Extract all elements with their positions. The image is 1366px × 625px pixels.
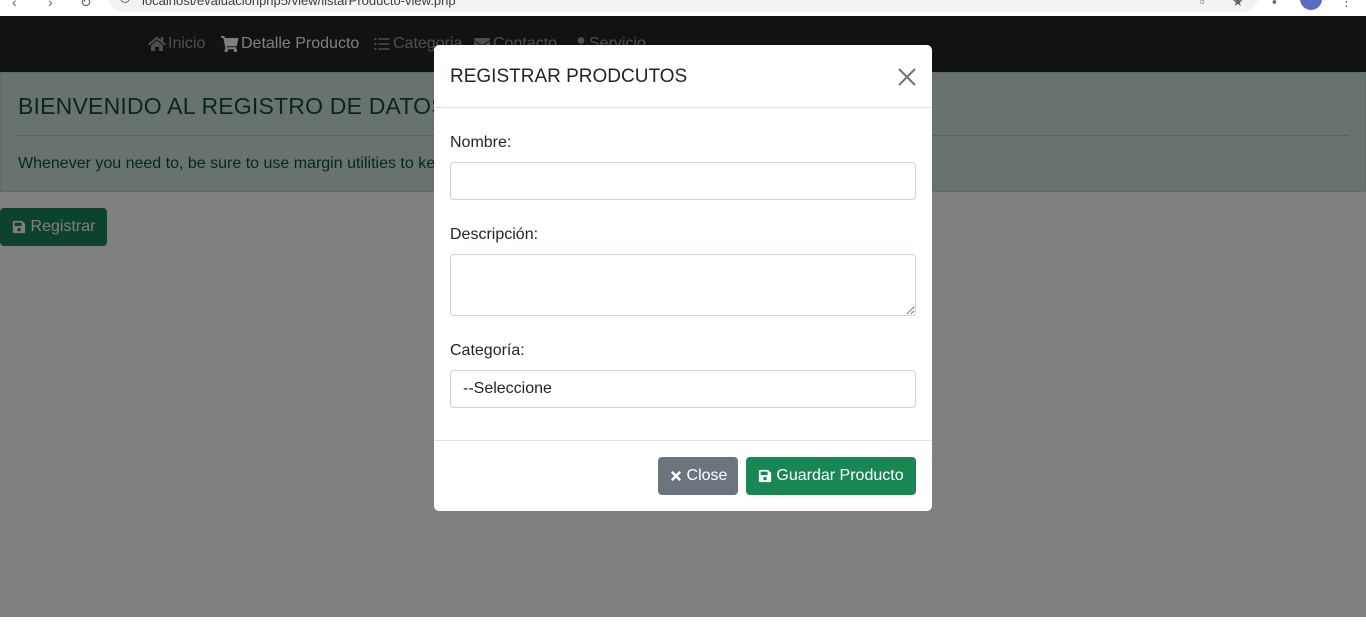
descripcion-label: Descripción: <box>450 226 539 243</box>
categoria-selected-value: --Seleccione <box>463 380 552 397</box>
reload-icon[interactable]: ↻ <box>80 0 92 11</box>
categoria-select[interactable]: --Seleccione <box>450 370 916 408</box>
extension-icon[interactable]: ▪ <box>1272 0 1277 9</box>
register-product-modal: REGISTRAR PRODCUTOS Nombre: Descripción:… <box>434 45 932 511</box>
profile-avatar[interactable] <box>1300 0 1322 10</box>
browser-toolbar: ‹ › ↻ localhost/evaluacionphp5/view/list… <box>0 0 1366 16</box>
modal-title: REGISTRAR PRODCUTOS <box>450 66 688 87</box>
back-icon[interactable]: ‹ <box>12 0 17 10</box>
modal-footer: Close Guardar Producto <box>434 440 932 511</box>
save-icon <box>759 469 772 483</box>
close-button[interactable]: Close <box>658 457 738 495</box>
bookmark-star-icon[interactable]: ★ <box>1232 0 1244 10</box>
translate-icon[interactable]: ▫ <box>1200 0 1205 9</box>
menu-icon[interactable]: ⋮ <box>1340 0 1353 10</box>
guardar-producto-button[interactable]: Guardar Producto <box>746 457 916 495</box>
guardar-producto-label: Guardar Producto <box>776 467 904 484</box>
nombre-label: Nombre: <box>450 134 512 151</box>
address-text: localhost/evaluacionphp5/view/listarProd… <box>142 0 456 8</box>
forward-icon[interactable]: › <box>48 0 53 10</box>
bottom-strip <box>0 617 1366 625</box>
categoria-label: Categoría: <box>450 342 525 359</box>
times-icon <box>670 471 681 481</box>
nombre-input[interactable] <box>450 162 916 200</box>
close-button-label: Close <box>686 467 728 484</box>
modal-header: REGISTRAR PRODCUTOS <box>434 45 932 108</box>
close-icon[interactable] <box>896 66 918 88</box>
descripcion-textarea[interactable] <box>450 254 916 316</box>
